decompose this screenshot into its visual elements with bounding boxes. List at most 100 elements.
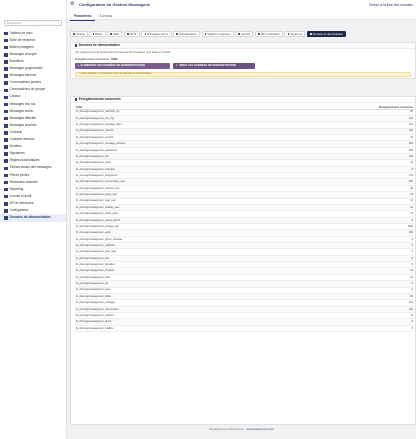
menu-item-icon — [4, 124, 8, 128]
sidebar-item-label: Contacts — [9, 129, 23, 134]
sidebar-item-label: Reporting — [9, 186, 24, 191]
menu-item-icon — [4, 102, 8, 107]
sidebar-item-label: Signatures — [9, 151, 25, 156]
add-demo-data-button[interactable]: + ALIMENTER LES DONNÉES DE DÉMONSTRATION — [75, 62, 170, 69]
record-count-cell: 24 — [410, 205, 413, 209]
sidebar-item[interactable]: Messages archivés — [0, 122, 66, 129]
table-name-cell: llx_docusignmanagement_sla — [76, 282, 109, 286]
sidebar-item[interactable]: Modèles — [0, 144, 66, 151]
sidebar-item[interactable]: Messages envoyés — [0, 51, 66, 58]
sidebar-item[interactable]: Canaux — [0, 94, 66, 101]
settings-subtab[interactable]: IMAP — [107, 31, 123, 37]
sidebar-item[interactable]: Messages programmés — [0, 65, 66, 72]
sidebar-item[interactable]: Conversations privées — [0, 80, 66, 87]
menu-item-icon — [4, 74, 8, 78]
sidebar-item[interactable]: Messages non lus — [0, 101, 66, 108]
settings-subtab[interactable]: Général — [70, 31, 88, 37]
menu-item-icon — [4, 159, 8, 163]
sidebar-item[interactable]: Reporting — [0, 186, 66, 193]
table-name-cell: llx_docusignmanagement_group — [76, 320, 112, 324]
sidebar-item[interactable]: Tableau de bord — [0, 30, 66, 37]
record-count-cell: 1440 — [407, 224, 413, 228]
sidebar-item[interactable]: Journal et audit — [0, 193, 66, 200]
menu-item-icon — [4, 109, 8, 114]
sidebar-item[interactable]: Boîte de réception — [0, 37, 66, 44]
sidebar-item[interactable]: Règles automatiques — [0, 158, 66, 165]
sidebar-item[interactable]: Signatures — [0, 151, 66, 158]
sidebar-item[interactable]: Messages suivis — [0, 108, 66, 115]
table-name-cell: llx_docusignmanagement_message_label — [76, 123, 122, 127]
page-tab[interactable]: À propos — [95, 13, 116, 21]
settings-subtab[interactable]: SMTP — [123, 31, 140, 37]
sidebar-item[interactable]: Données de démonstration — [0, 214, 66, 222]
settings-subtab[interactable]: Modèles et signature — [201, 31, 234, 37]
record-count-cell: 224 — [408, 123, 413, 127]
demo-count-value: 5194 — [111, 56, 118, 61]
subtab-label: API et webhooks — [260, 32, 280, 36]
sidebar-search-input[interactable]: Rechercher ⌕ — [4, 20, 62, 26]
sidebar-item-label: Brouillons — [9, 59, 24, 63]
table-name-cell: llx_docusignmanagement_link — [76, 154, 109, 158]
menu-item-icon — [4, 60, 8, 64]
settings-subtab[interactable]: Boîtes — [89, 31, 106, 37]
sidebar-item-label: Messages envoyés — [9, 51, 37, 56]
sidebar-item-label: Contacts réseaux — [9, 137, 35, 142]
menu-item-icon — [4, 131, 8, 135]
add-demo-data-label: ALIMENTER LES DONNÉES DE DÉMONSTRATION — [80, 63, 145, 67]
table-name-cell: llx_docusignmanagement_channel — [76, 313, 114, 317]
warning-text: Cette opération est irréversible pour le… — [80, 71, 153, 75]
sidebar-item[interactable]: Recherche avancée — [0, 179, 66, 186]
demo-description: Cet onglet permet de générer des données… — [75, 51, 172, 54]
footer-link[interactable]: www.inowisecorner.com — [246, 428, 274, 431]
menu-item-icon — [4, 81, 8, 85]
settings-subtab[interactable]: Messagerie interne — [141, 31, 172, 37]
sidebar-item[interactable]: Contacts — [0, 129, 66, 136]
page-tab[interactable]: Paramètres — [70, 13, 96, 22]
table-name-cell: llx_docusignmanagement_label — [76, 275, 111, 279]
table-name-cell: llx_docusignmanagement_rule_log — [76, 116, 114, 120]
footer: Développé par InoWiseCorner - www.inowis… — [67, 428, 416, 431]
sidebar-item[interactable]: Messages internes — [0, 73, 66, 80]
subtab-icon — [92, 33, 95, 35]
sidebar-item[interactable]: Contacts réseaux — [0, 136, 66, 143]
menu-item-icon — [4, 95, 8, 100]
sidebar-item-label: Journal et audit — [9, 193, 32, 198]
sidebar-item-label: Messages internes — [9, 73, 37, 78]
demo-count-label: Enregistrements concernés : — [75, 56, 111, 61]
sidebar-item[interactable]: Brouillons — [0, 58, 66, 65]
record-count-cell: 10 — [410, 275, 413, 279]
table-name-cell: llx_docusignmanagement_webhook — [76, 243, 115, 247]
back-to-modules-link[interactable]: Retour à la liste des modules — [369, 3, 413, 7]
sidebar-item-label: Conversations de groupe — [9, 87, 46, 92]
table-name-cell: llx_docusignmanagement_saved_search — [76, 218, 121, 222]
sidebar-item[interactable]: Tâches issues des messages — [0, 165, 66, 172]
sidebar-item[interactable]: Pièces jointes — [0, 172, 66, 179]
subtab-icon — [238, 33, 241, 35]
menu-item-icon — [4, 173, 8, 178]
warning-banner: ⚠ Cette opération est irréversible pour … — [75, 71, 411, 77]
table-name-cell: llx_docusignmanagement_message_recipient — [76, 142, 126, 146]
settings-subtab[interactable]: Sécurité — [235, 31, 254, 37]
sidebar-item[interactable]: Boîtes partagées — [0, 44, 66, 51]
record-count-cell: 8 — [411, 326, 413, 330]
settings-subtab[interactable]: Apparence — [284, 31, 306, 37]
sidebar-item-label: Messages suivis — [9, 108, 33, 113]
settings-subtab[interactable]: Automatisations — [173, 31, 200, 37]
table-name-cell: llx_docusignmanagement_auto_reply — [76, 250, 117, 254]
table-name-cell: llx_docusignmanagement_reaction — [76, 129, 114, 133]
demo-card-header: Données de démonstration — [71, 43, 415, 49]
record-count-cell: 176 — [408, 173, 413, 177]
menu-item-icon — [4, 31, 8, 36]
sidebar-item[interactable]: Conversations de groupe — [0, 87, 66, 94]
sidebar-item[interactable]: Configuration — [0, 207, 66, 214]
sidebar-item[interactable]: API et webhooks — [0, 200, 66, 207]
table-name-cell: llx_docusignmanagement_template — [76, 269, 115, 273]
clear-demo-data-button[interactable]: ✕ VIDER LES DONNÉES DE DÉMONSTRATION — [173, 62, 255, 69]
table-name-cell: llx_docusignmanagement_attachment — [76, 148, 118, 152]
menu-item-icon — [4, 166, 8, 171]
sidebar-item-label: Tableau de bord — [9, 30, 33, 35]
settings-subtab[interactable]: Données de démonstration — [307, 31, 347, 37]
sidebar-item[interactable]: Messages affectés — [0, 115, 66, 122]
record-count-cell: 8 — [411, 263, 413, 267]
settings-subtab[interactable]: API et webhooks — [255, 31, 283, 37]
